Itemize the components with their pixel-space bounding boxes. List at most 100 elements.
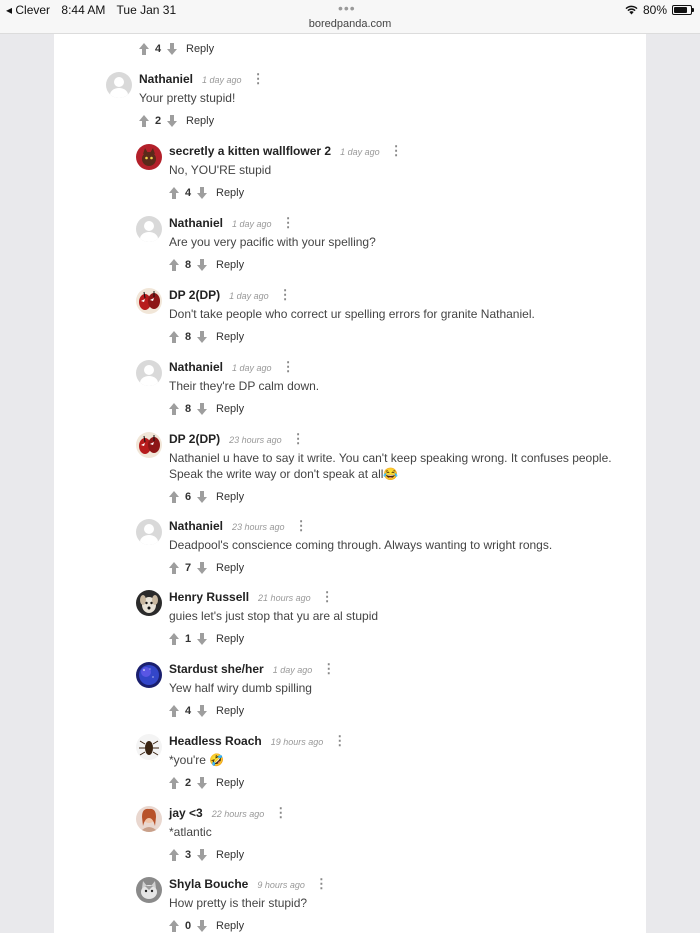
reply-button[interactable]: Reply (216, 633, 244, 645)
more-options-icon[interactable]: ⋮ (321, 590, 334, 603)
default-avatar[interactable] (136, 216, 162, 242)
reply-button[interactable]: Reply (216, 187, 244, 199)
comment-header: secretly a kitten wallflower 2 1 day ago ⋮ (169, 144, 629, 160)
more-options-icon[interactable]: ⋮ (390, 144, 403, 157)
downvote-icon[interactable] (196, 848, 208, 862)
comment-text: Are you very pacific with your spelling? (169, 234, 629, 250)
person-avatar[interactable] (136, 806, 162, 832)
reply-button[interactable]: Reply (216, 777, 244, 789)
comment-author[interactable]: Stardust she/her (169, 662, 264, 676)
downvote-icon[interactable] (166, 42, 178, 56)
comment-author[interactable]: secretly a kitten wallflower 2 (169, 144, 331, 158)
more-options-icon[interactable]: ⋮ (315, 877, 328, 890)
downvote-icon[interactable] (196, 258, 208, 272)
reply-button[interactable]: Reply (216, 259, 244, 271)
upvote-icon[interactable] (168, 561, 180, 575)
upvote-icon[interactable] (168, 402, 180, 416)
downvote-icon[interactable] (196, 490, 208, 504)
galaxy-avatar[interactable] (136, 662, 162, 688)
comment-author[interactable]: Nathaniel (169, 519, 223, 533)
upvote-icon[interactable] (168, 186, 180, 200)
downvote-icon[interactable] (166, 114, 178, 128)
more-options-icon[interactable]: ⋮ (282, 360, 295, 373)
comment-header: Stardust she/her 1 day ago ⋮ (169, 662, 629, 678)
more-options-icon[interactable]: ⋮ (279, 288, 292, 301)
back-to-app-link[interactable]: ◂ Clever (6, 3, 50, 17)
comment-author[interactable]: Nathaniel (169, 360, 223, 374)
downvote-icon[interactable] (196, 632, 208, 646)
dog-avatar[interactable] (136, 590, 162, 616)
downvote-icon[interactable] (196, 402, 208, 416)
comment-author[interactable]: DP 2(DP) (169, 288, 220, 302)
reply-button[interactable]: Reply (216, 849, 244, 861)
comment-time: 23 hours ago (232, 522, 285, 532)
cat-avatar[interactable] (136, 877, 162, 903)
multitasking-dots[interactable]: ••• (338, 0, 356, 16)
default-avatar[interactable] (136, 360, 162, 386)
comment-text: Nathaniel u have to say it write. You ca… (169, 450, 629, 482)
downvote-icon[interactable] (196, 330, 208, 344)
reply-button[interactable]: Reply (216, 403, 244, 415)
comment-text: Their they're DP calm down. (169, 378, 629, 394)
comment-author[interactable]: Nathaniel (169, 216, 223, 230)
upvote-icon[interactable] (168, 776, 180, 790)
more-options-icon[interactable]: ⋮ (274, 806, 287, 819)
comment-author[interactable]: jay <3 (169, 806, 203, 820)
default-avatar[interactable] (106, 72, 132, 98)
vote-count: 0 (184, 920, 192, 932)
comment-author[interactable]: Henry Russell (169, 590, 249, 604)
more-options-icon[interactable]: ⋮ (322, 662, 335, 675)
comment-author[interactable]: Nathaniel (139, 72, 193, 86)
url-bar[interactable]: boredpanda.com (0, 18, 700, 30)
more-options-icon[interactable]: ⋮ (252, 72, 265, 85)
downvote-icon[interactable] (196, 561, 208, 575)
upvote-icon[interactable] (168, 490, 180, 504)
deadpool-avatar[interactable] (136, 288, 162, 314)
reply-button[interactable]: Reply (216, 331, 244, 343)
comment-text-line: *atlantic (169, 825, 212, 839)
upvote-icon[interactable] (168, 632, 180, 646)
kitten-avatar[interactable] (136, 144, 162, 170)
upvote-icon[interactable] (168, 258, 180, 272)
upvote-icon[interactable] (168, 330, 180, 344)
downvote-icon[interactable] (196, 704, 208, 718)
comment-header: Shyla Bouche 9 hours ago ⋮ (169, 877, 629, 893)
upvote-icon[interactable] (168, 919, 180, 933)
downvote-icon[interactable] (196, 186, 208, 200)
deadpool-avatar[interactable] (136, 432, 162, 458)
vote-count: 2 (154, 115, 162, 127)
comment-author[interactable]: Headless Roach (169, 734, 262, 748)
comment-header: Nathaniel 23 hours ago ⋮ (169, 519, 629, 535)
date: Tue Jan 31 (116, 3, 177, 17)
reply-button[interactable]: Reply (216, 920, 244, 932)
reply-button[interactable]: Reply (216, 491, 244, 503)
comment-author[interactable]: Shyla Bouche (169, 877, 248, 891)
downvote-icon[interactable] (196, 776, 208, 790)
comment-text: *atlantic (169, 824, 629, 840)
comment-header: DP 2(DP) 1 day ago ⋮ (169, 288, 629, 304)
reply-button[interactable]: Reply (186, 43, 214, 55)
downvote-icon[interactable] (196, 919, 208, 933)
more-options-icon[interactable]: ⋮ (333, 734, 346, 747)
default-avatar[interactable] (136, 519, 162, 545)
roach-avatar[interactable] (136, 734, 162, 760)
reply-button[interactable]: Reply (216, 562, 244, 574)
more-options-icon[interactable]: ⋮ (292, 432, 305, 445)
vote-count: 3 (184, 849, 192, 861)
comment-text-line: Are you very pacific with your spelling? (169, 235, 376, 249)
comment-text-line: Speak the write way or don't speak at al… (169, 467, 399, 481)
comment-body: secretly a kitten wallflower 2 1 day ago ⋮… (169, 144, 629, 201)
upvote-icon[interactable] (138, 42, 150, 56)
comment-author[interactable]: DP 2(DP) (169, 432, 220, 446)
upvote-icon[interactable] (168, 704, 180, 718)
upvote-icon[interactable] (138, 114, 150, 128)
more-options-icon[interactable]: ⋮ (282, 216, 295, 229)
comment-body: jay <3 22 hours ago ⋮ *atlantic 3 Reply (169, 806, 629, 863)
battery-percent: 80% (642, 3, 667, 17)
upvote-icon[interactable] (168, 848, 180, 862)
comment-time: 1 day ago (202, 75, 242, 85)
reply-button[interactable]: Reply (216, 705, 244, 717)
comment-body: Shyla Bouche 9 hours ago ⋮ How pretty is th… (169, 877, 629, 933)
more-options-icon[interactable]: ⋮ (295, 519, 308, 532)
reply-button[interactable]: Reply (186, 115, 214, 127)
